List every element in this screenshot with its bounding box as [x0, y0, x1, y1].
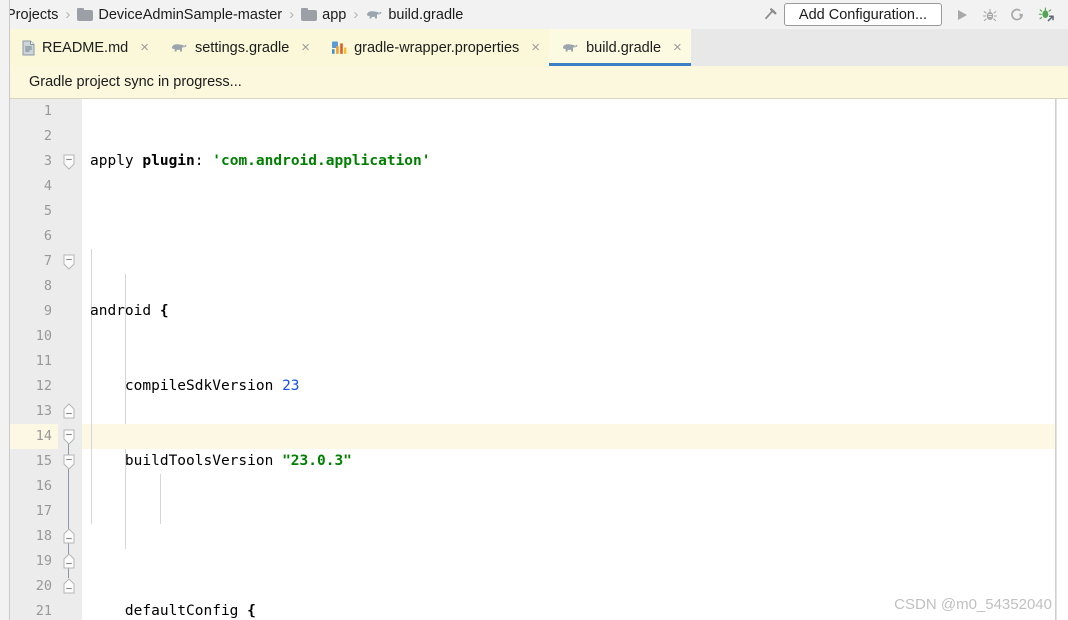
fold-marker-line-13[interactable]	[62, 399, 76, 424]
code-line-3: android {	[90, 303, 169, 319]
left-rail-strip	[0, 65, 10, 99]
debug-icon[interactable]	[976, 2, 1004, 28]
line-number-column: 1 2 3 4 5 6 7 8 9 10 11 12 13 14 15 16 1…	[10, 99, 58, 620]
gradle-sync-notification: Gradle project sync in progress...	[0, 65, 1068, 99]
ide-window: Projects › DeviceAdminSample-master › ap…	[0, 0, 1068, 620]
fold-marker-line-18[interactable]	[62, 524, 76, 549]
line-number: 13	[35, 403, 52, 419]
line-number: 21	[35, 603, 52, 619]
line-number: 19	[35, 553, 52, 569]
line-number: 10	[35, 328, 52, 344]
code-line-4: compileSdkVersion 23	[90, 378, 300, 394]
top-toolbar: Projects › DeviceAdminSample-master › ap…	[0, 0, 1068, 29]
breadcrumb-separator: ›	[65, 6, 71, 23]
editor-scrollbar[interactable]	[1056, 99, 1068, 620]
close-icon[interactable]: ×	[140, 40, 149, 55]
markdown-file-icon	[22, 40, 35, 56]
line-number: 18	[35, 528, 52, 544]
watermark: CSDN @m0_54352040	[894, 596, 1052, 613]
breadcrumb-separator: ›	[289, 6, 295, 23]
line-number: 16	[35, 478, 52, 494]
hammer-icon[interactable]	[756, 2, 784, 28]
breadcrumb-item-app[interactable]: app	[301, 0, 346, 29]
line-number: 15	[35, 453, 52, 469]
line-number: 7	[43, 253, 52, 269]
tab-label: gradle-wrapper.properties	[354, 39, 520, 56]
source-code: apply plugin: 'com.android.application' …	[82, 99, 1068, 620]
code-line-5: buildToolsVersion "23.0.3"	[90, 453, 352, 469]
properties-file-icon	[331, 40, 347, 55]
add-configuration-button[interactable]: Add Configuration...	[784, 3, 942, 26]
breadcrumb-label: build.gradle	[388, 6, 464, 23]
code-text-area[interactable]: apply plugin: 'com.android.application' …	[82, 99, 1068, 620]
close-icon[interactable]: ×	[531, 40, 540, 55]
breadcrumb-separator: ›	[353, 6, 359, 23]
tab-readme-md[interactable]: README.md ×	[10, 29, 158, 66]
close-icon[interactable]: ×	[673, 40, 682, 55]
fold-marker-line-15[interactable]	[62, 449, 76, 474]
fold-marker-line-20[interactable]	[62, 574, 76, 599]
fold-marker-line-3[interactable]	[62, 149, 76, 174]
gradle-icon	[170, 41, 188, 55]
tab-label: README.md	[42, 39, 129, 56]
tab-strip-empty-area	[690, 29, 1068, 66]
tab-build-gradle[interactable]: build.gradle ×	[549, 29, 691, 66]
breadcrumb-label: DeviceAdminSample-master	[98, 6, 283, 23]
breadcrumb-label: Projects	[10, 6, 59, 23]
tab-gradle-wrapper-properties[interactable]: gradle-wrapper.properties ×	[319, 29, 550, 66]
close-icon[interactable]: ×	[301, 40, 310, 55]
left-rail-strip	[0, 0, 10, 29]
run-with-coverage-icon[interactable]	[1004, 2, 1032, 28]
breadcrumb-item-deviceadminsample-master[interactable]: DeviceAdminSample-master	[77, 0, 282, 29]
code-editor: 1 2 3 4 5 6 7 8 9 10 11 12 13 14 15 16 1…	[0, 99, 1068, 620]
editor-gutter: 1 2 3 4 5 6 7 8 9 10 11 12 13 14 15 16 1…	[10, 99, 82, 620]
tab-label: settings.gradle	[194, 39, 290, 56]
notification-message: Gradle project sync in progress...	[29, 74, 242, 90]
line-number: 3	[43, 153, 52, 169]
editor-tab-strip: README.md × settings.gradle × gradle-wra…	[0, 29, 1068, 66]
tabs-container: README.md × settings.gradle × gradle-wra…	[10, 29, 691, 66]
gradle-icon	[561, 41, 579, 55]
tab-label: build.gradle	[586, 39, 662, 56]
fold-marker-column	[58, 99, 82, 620]
left-rail-strip	[0, 29, 10, 66]
gradle-icon	[365, 8, 383, 22]
breadcrumb-item-projects[interactable]: Projects	[10, 0, 58, 29]
line-number: 9	[43, 303, 52, 319]
breadcrumb-item-build-gradle[interactable]: build.gradle	[365, 0, 463, 29]
run-toolbar: Add Configuration...	[756, 0, 1068, 29]
attach-debugger-icon[interactable]	[1032, 2, 1060, 28]
line-number: 6	[43, 228, 52, 244]
line-number: 12	[35, 378, 52, 394]
folder-icon	[77, 8, 94, 21]
line-number: 5	[43, 203, 52, 219]
code-line-1: apply plugin: 'com.android.application'	[90, 153, 431, 169]
add-configuration-label: Add Configuration...	[798, 6, 928, 23]
line-number: 4	[43, 178, 52, 194]
left-rail-strip	[0, 99, 10, 620]
line-number: 8	[43, 278, 52, 294]
line-number: 11	[35, 353, 52, 369]
line-number: 1	[43, 103, 52, 119]
line-number: 17	[35, 503, 52, 519]
breadcrumb-label: app	[322, 6, 347, 23]
fold-marker-line-7[interactable]	[62, 249, 76, 274]
fold-marker-line-19[interactable]	[62, 549, 76, 574]
line-number: 2	[43, 128, 52, 144]
run-icon[interactable]	[948, 2, 976, 28]
fold-marker-line-14[interactable]	[62, 424, 76, 449]
line-number-active: 14	[10, 424, 58, 449]
tab-settings-gradle[interactable]: settings.gradle ×	[157, 29, 320, 66]
line-number: 20	[35, 578, 52, 594]
breadcrumb: Projects › DeviceAdminSample-master › ap…	[10, 0, 756, 29]
folder-icon	[301, 8, 318, 21]
